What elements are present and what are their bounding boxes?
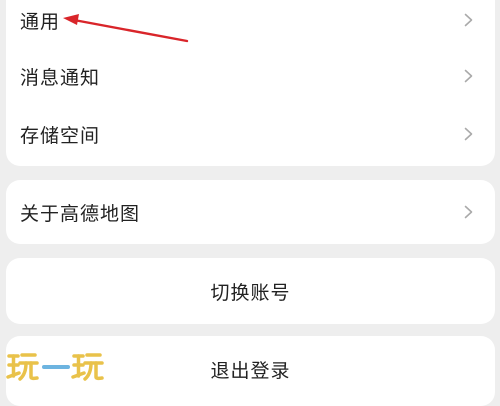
switch-account-label: 切换账号 <box>210 281 291 304</box>
switch-account-button[interactable]: 切换账号 <box>6 258 495 324</box>
switch-account-row: 切换账号 <box>6 263 495 319</box>
settings-item-about[interactable]: 关于高德地图 <box>6 184 495 240</box>
settings-item-notifications-label: 消息通知 <box>20 66 101 89</box>
logout-row: 退出登录 <box>6 341 495 397</box>
chevron-right-icon <box>464 69 473 83</box>
logout-button[interactable]: 退出登录 <box>6 336 495 406</box>
settings-item-general[interactable]: 通用 <box>6 0 495 48</box>
logout-label: 退出登录 <box>210 359 291 382</box>
chevron-right-icon <box>464 205 473 219</box>
chevron-right-icon <box>464 127 473 141</box>
settings-group-about: 关于高德地图 <box>6 180 495 244</box>
settings-group-general: 通用 消息通知 存储空间 <box>6 0 495 166</box>
settings-item-notifications[interactable]: 消息通知 <box>6 48 495 104</box>
settings-item-general-label: 通用 <box>20 10 61 33</box>
chevron-right-icon <box>464 13 473 27</box>
settings-item-about-label: 关于高德地图 <box>20 202 141 225</box>
settings-item-storage-label: 存储空间 <box>20 124 101 147</box>
settings-item-storage[interactable]: 存储空间 <box>6 106 495 162</box>
